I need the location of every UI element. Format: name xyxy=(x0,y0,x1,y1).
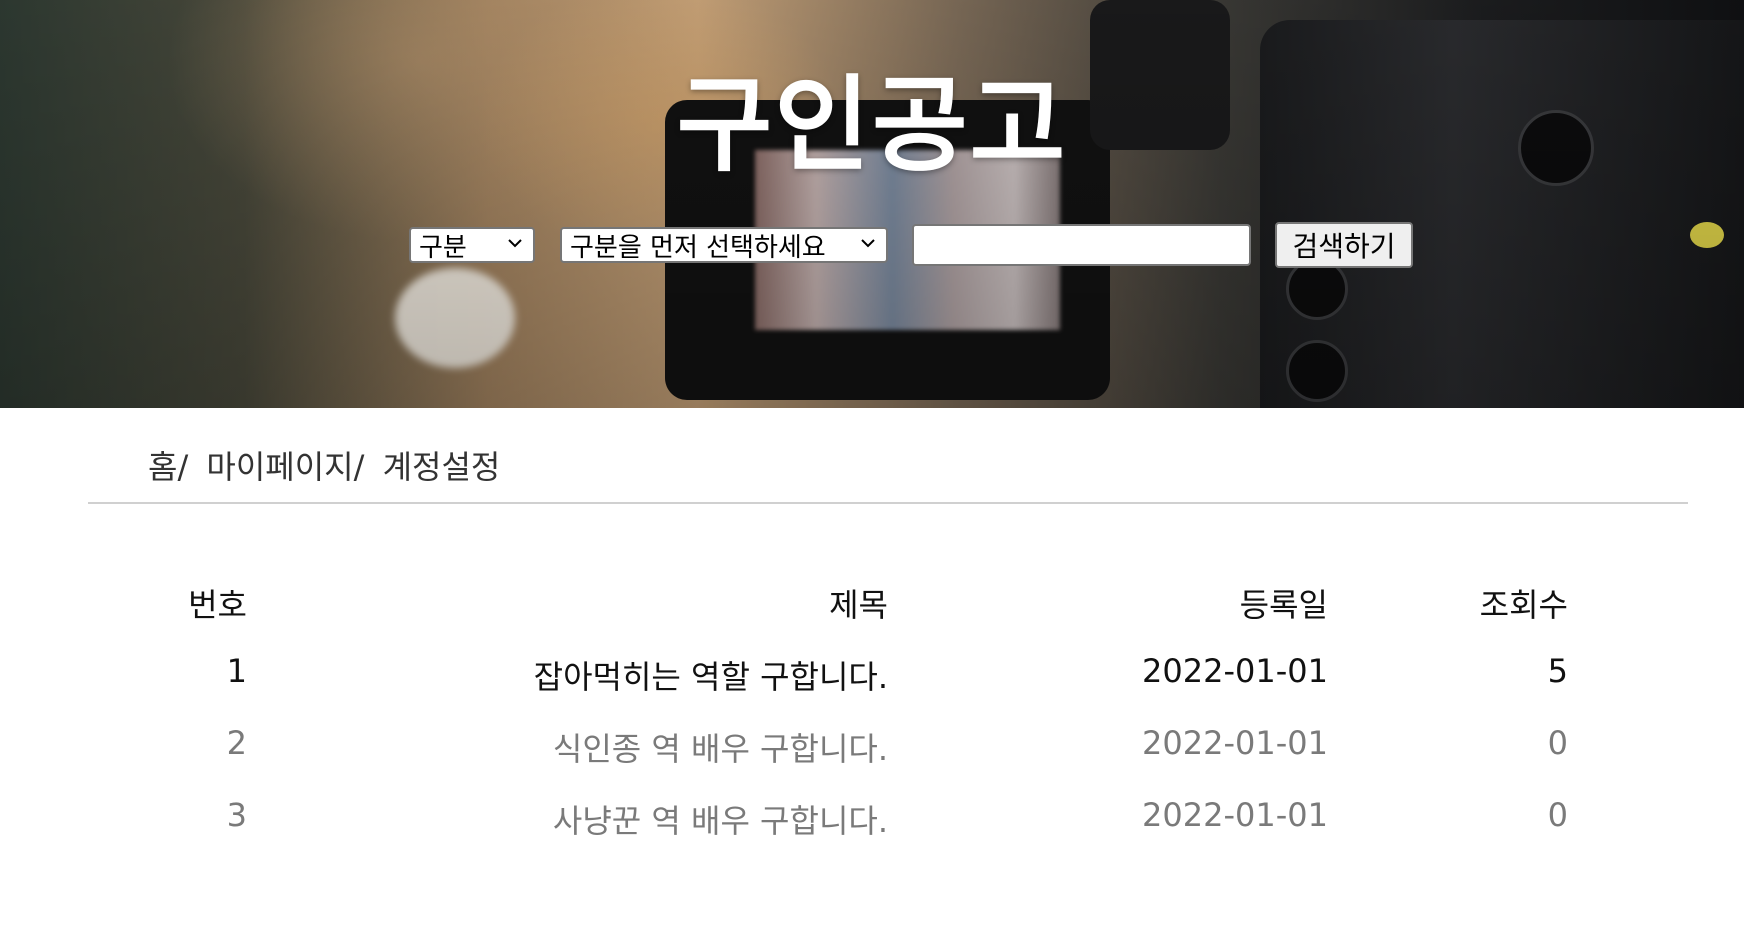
hero-banner: 구인공고 구분 구분을 먼저 선택하세요 검색하기 xyxy=(0,0,1744,408)
chevron-down-icon xyxy=(508,239,522,248)
divider xyxy=(88,502,1688,504)
subcategory-select-value: 구분을 먼저 선택하세요 xyxy=(570,232,826,263)
table-row[interactable]: 3 사냥꾼 역 배우 구합니다. 2022-01-01 0 xyxy=(0,796,1744,856)
search-bar: 구분 구분을 먼저 선택하세요 검색하기 xyxy=(0,222,1744,268)
category-select[interactable]: 구분 xyxy=(409,227,535,263)
column-header-no: 번호 xyxy=(188,586,247,624)
row-title-link[interactable]: 식인종 역 배우 구합니다. xyxy=(553,724,888,770)
category-select-value: 구분 xyxy=(419,232,467,263)
table-row[interactable]: 2 식인종 역 배우 구합니다. 2022-01-01 0 xyxy=(0,724,1744,784)
row-date: 2022-01-01 xyxy=(1142,796,1328,834)
row-no: 1 xyxy=(226,652,247,690)
row-no: 3 xyxy=(226,796,247,834)
subcategory-select[interactable]: 구분을 먼저 선택하세요 xyxy=(560,227,888,263)
breadcrumb: 홈/ 마이페이지/ 계정설정 xyxy=(148,442,508,488)
row-date: 2022-01-01 xyxy=(1142,652,1328,690)
search-input[interactable] xyxy=(912,224,1251,266)
breadcrumb-account-settings[interactable]: 계정설정 xyxy=(383,448,501,486)
row-views: 0 xyxy=(1547,724,1568,762)
row-no: 2 xyxy=(226,724,247,762)
column-header-date: 등록일 xyxy=(1239,586,1328,624)
page-title: 구인공고 xyxy=(676,64,1068,186)
row-date: 2022-01-01 xyxy=(1142,724,1328,762)
breadcrumb-mypage[interactable]: 마이페이지/ xyxy=(206,448,364,486)
row-title-link[interactable]: 잡아먹히는 역할 구합니다. xyxy=(534,652,888,698)
table-header-row: 번호 제목 등록일 조회수 xyxy=(0,580,1744,640)
breadcrumb-home[interactable]: 홈/ xyxy=(148,448,188,486)
chevron-down-icon xyxy=(861,239,875,248)
row-views: 5 xyxy=(1547,652,1568,690)
column-header-views: 조회수 xyxy=(1479,586,1568,624)
column-header-title: 제목 xyxy=(829,586,888,624)
row-views: 0 xyxy=(1547,796,1568,834)
table-row[interactable]: 1 잡아먹히는 역할 구합니다. 2022-01-01 5 xyxy=(0,652,1744,712)
row-title-link[interactable]: 사냥꾼 역 배우 구합니다. xyxy=(553,796,888,842)
search-button[interactable]: 검색하기 xyxy=(1275,222,1413,268)
